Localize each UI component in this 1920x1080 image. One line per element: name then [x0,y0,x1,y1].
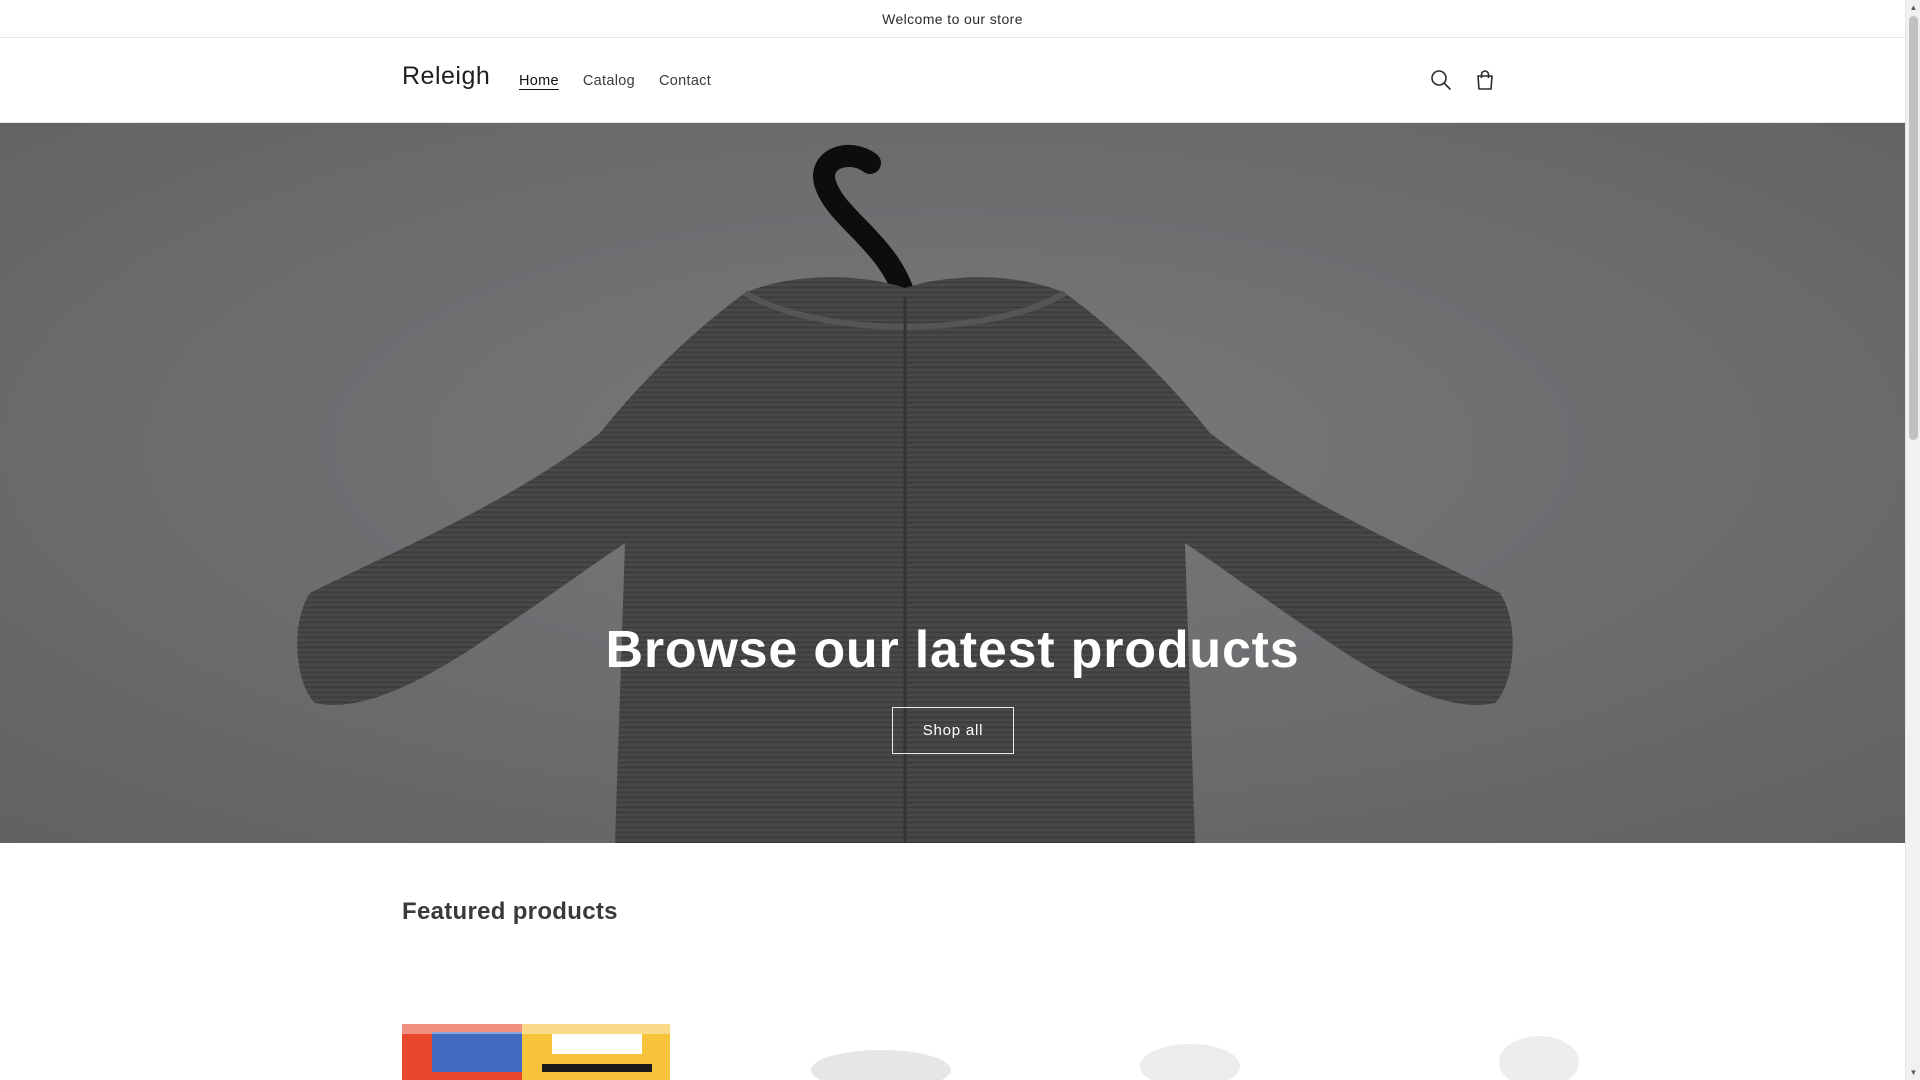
featured-title: Featured products [402,898,618,925]
product-image [402,1024,670,1080]
product-image [1419,1000,1687,1080]
product-card[interactable] [1080,1000,1348,1080]
product-image [741,1000,1009,1080]
vertical-scrollbar[interactable]: ▲ ▼ [1905,0,1920,1080]
site-header: Releigh Home Catalog Contact [0,38,1905,123]
search-icon [1431,70,1451,90]
page: Welcome to our store Releigh Home Catalo… [0,0,1905,1080]
product-image [1080,1000,1348,1080]
announcement-bar: Welcome to our store [0,0,1905,38]
announcement-text: Welcome to our store [882,10,1023,27]
scroll-down-arrow-icon[interactable]: ▼ [1906,1065,1920,1080]
main-nav: Home Catalog Contact [507,38,723,123]
search-button[interactable] [1419,58,1463,102]
shop-all-button[interactable]: Shop all [892,707,1014,754]
product-card[interactable] [741,1000,1009,1080]
product-grid [402,1000,1687,1080]
hero-title: Browse our latest products [605,621,1300,679]
nav-contact[interactable]: Contact [647,73,723,89]
cart-button[interactable] [1463,58,1507,102]
store-logo[interactable]: Releigh [402,62,490,91]
nav-home[interactable]: Home [507,73,571,89]
product-card[interactable] [402,1024,670,1080]
scroll-thumb[interactable] [1909,16,1918,440]
cart-icon [1477,70,1493,90]
scroll-up-arrow-icon[interactable]: ▲ [1906,0,1920,15]
nav-catalog[interactable]: Catalog [571,73,647,89]
product-card[interactable] [1419,1000,1687,1080]
hero-banner: Browse our latest products Shop all [0,123,1905,843]
